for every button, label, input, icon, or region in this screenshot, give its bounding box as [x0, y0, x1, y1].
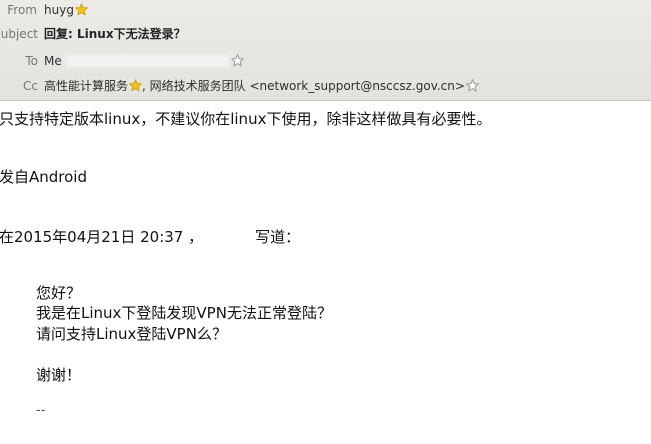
quoted-line: 谢谢！ — [36, 366, 82, 384]
cc-label: Cc — [23, 79, 38, 93]
quote-attribution-start: 在2015年04月21日 20:37 ， — [0, 228, 204, 246]
reply-line: 只支持特定版本linux，不建议你在linux下使用，除非这样做具有必要性。 — [0, 110, 492, 128]
star-filled-icon[interactable] — [74, 2, 89, 21]
redacted-name — [203, 230, 256, 244]
quoted-line: 请问支持Linux登陆VPN么？ — [36, 325, 227, 343]
message-header: From huyg ubject 回复: Linux下无法登录？ To Me C… — [0, 0, 651, 101]
to-row: To Me — [0, 52, 651, 70]
from-label: From — [7, 3, 37, 17]
quoted-line: 我是在Linux下登陆发现VPN无法正常登陆？ — [36, 304, 332, 322]
quoted-line: 您好？ — [36, 284, 82, 302]
quoted-signature-separator: -- — [36, 403, 46, 418]
quote-attribution: 在2015年04月21日 20:37 ， 写道： — [0, 227, 300, 247]
to-recipient[interactable]: Me — [44, 54, 62, 68]
signature-line: 发自Android — [0, 168, 87, 186]
star-outline-icon[interactable] — [465, 78, 480, 97]
cc-recipient-2[interactable]: , 网络技术服务团队 <network_support@nsccsz.gov.c… — [142, 79, 465, 93]
quote-attribution-end: 写道： — [255, 228, 301, 246]
to-value[interactable]: Me — [44, 52, 245, 72]
cc-row: Cc 高性能计算服务 , 网络技术服务团队 <network_support@ns… — [0, 77, 651, 95]
to-label: To — [25, 54, 38, 68]
cc-recipient-1[interactable]: 高性能计算服务 — [44, 79, 128, 93]
from-sender[interactable]: huyg — [44, 3, 74, 17]
subject-value: 回复: Linux下无法登录？ — [44, 27, 186, 41]
star-filled-icon[interactable] — [128, 78, 143, 97]
redacted-address — [65, 55, 230, 67]
star-outline-icon[interactable] — [230, 53, 245, 72]
message-body: 只支持特定版本linux，不建议你在linux下使用，除非这样做具有必要性。 发… — [0, 101, 651, 444]
subject-row: ubject 回复: Linux下无法登录？ — [0, 25, 651, 43]
subject-label: ubject — [0, 27, 38, 41]
from-row: From huyg — [0, 1, 651, 19]
cc-value[interactable]: 高性能计算服务 , 网络技术服务团队 <network_support@nsccs… — [44, 77, 480, 97]
from-value[interactable]: huyg — [44, 1, 89, 21]
